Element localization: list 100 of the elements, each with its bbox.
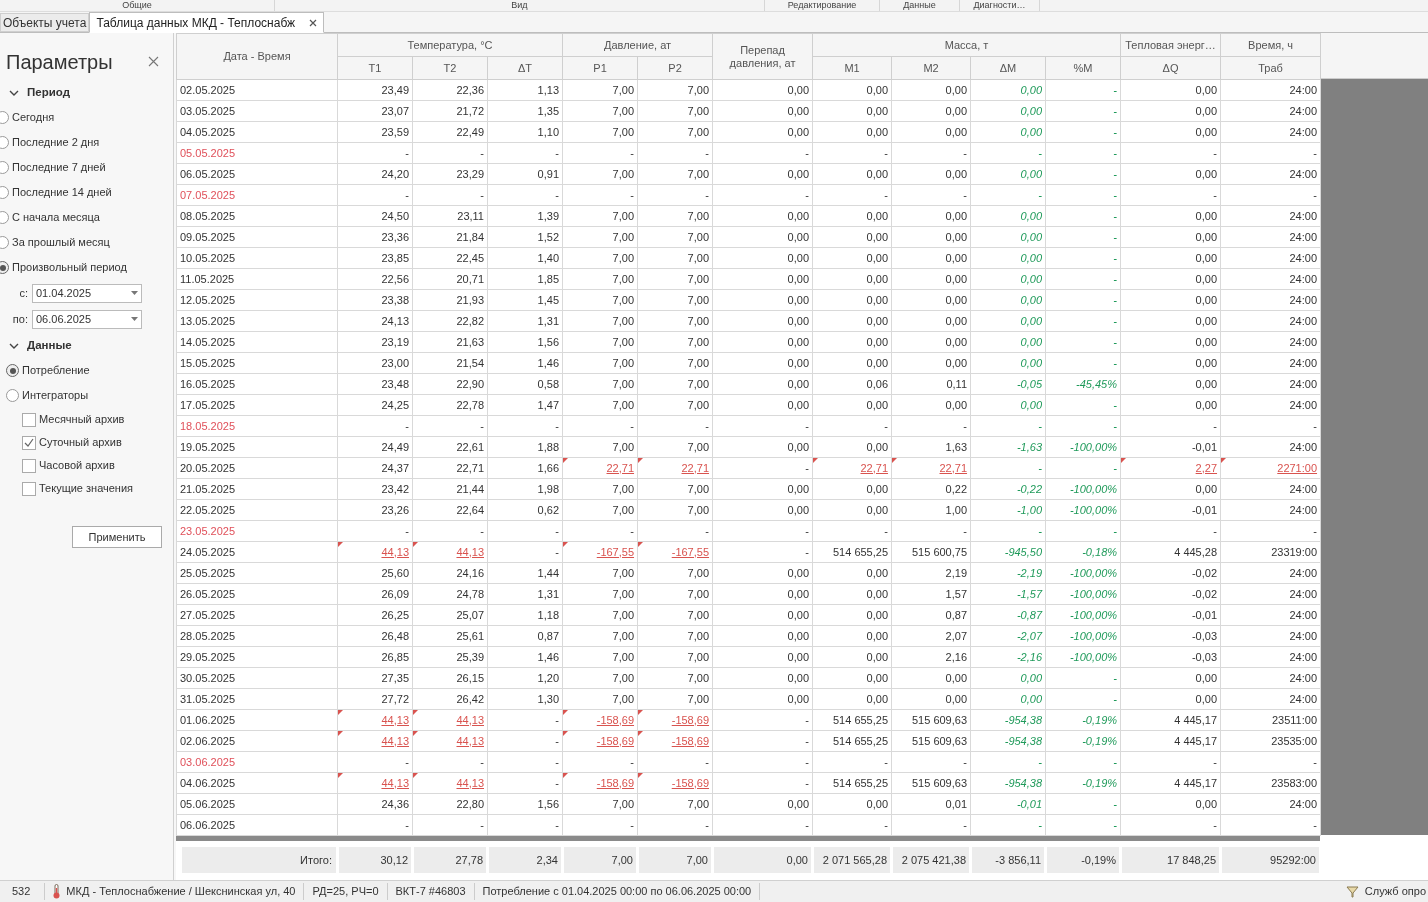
table-cell: 0,00 bbox=[970, 667, 1046, 689]
table-cell: -100,00% bbox=[1045, 646, 1121, 668]
date-field[interactable]: 06.06.2025 bbox=[32, 309, 142, 329]
device-info: ВКТ-7 #46803 bbox=[387, 883, 475, 900]
table-cell: 24:00 bbox=[1220, 310, 1321, 332]
date-cell: 13.05.2025 bbox=[176, 310, 338, 332]
table-cell: - bbox=[1045, 268, 1121, 290]
table-cell: 1,46 bbox=[487, 646, 563, 668]
tab[interactable]: Объекты учета bbox=[0, 13, 90, 32]
table-cell: - bbox=[1220, 751, 1321, 773]
table-cell: 7,00 bbox=[562, 793, 638, 815]
table-cell: 7,00 bbox=[562, 268, 638, 290]
table-cell: 7,00 bbox=[637, 688, 713, 710]
radio-label[interactable]: С начала месяца bbox=[12, 209, 100, 226]
table-cell: -158,69 bbox=[562, 772, 638, 794]
table-cell: 26,15 bbox=[412, 667, 488, 689]
table-cell: - bbox=[1045, 142, 1121, 164]
radio-label[interactable]: Потребление bbox=[22, 362, 90, 379]
column-header[interactable]: Перепад давления, ат bbox=[712, 33, 813, 80]
radio-label[interactable]: Произвольный период bbox=[12, 259, 127, 276]
checkbox[interactable] bbox=[22, 412, 36, 427]
table-cell: 0,62 bbox=[487, 499, 563, 521]
table-cell: - bbox=[812, 520, 892, 542]
column-header[interactable]: Давление, ат bbox=[562, 33, 713, 57]
table-cell: 21,84 bbox=[412, 226, 488, 248]
column-header[interactable]: Время, ч bbox=[1220, 33, 1321, 57]
table-cell: -0,02 bbox=[1120, 583, 1221, 605]
checkbox-label[interactable]: Часовой архив bbox=[39, 457, 115, 474]
checkbox-label[interactable]: Текущие значения bbox=[39, 480, 134, 497]
table-cell: 0,00 bbox=[1120, 373, 1221, 395]
date-field[interactable]: 01.04.2025 bbox=[32, 283, 142, 303]
table-cell: 1,56 bbox=[487, 331, 563, 353]
table-cell: - bbox=[637, 142, 713, 164]
table-cell: - bbox=[487, 709, 563, 731]
column-header[interactable]: Дата - Время bbox=[176, 33, 338, 80]
table-cell: -45,45% bbox=[1045, 373, 1121, 395]
table-cell: 25,07 bbox=[412, 604, 488, 626]
table-cell: 1,98 bbox=[487, 478, 563, 500]
table-cell: -0,19% bbox=[1045, 730, 1121, 752]
table-cell: 7,00 bbox=[637, 268, 713, 290]
table-cell: 1,44 bbox=[487, 562, 563, 584]
tab[interactable]: Таблица данных МКД - Теплоснабж bbox=[89, 12, 325, 33]
dropdown-arrow-icon[interactable] bbox=[131, 291, 138, 295]
radio-label[interactable]: За прошлый месяц bbox=[12, 234, 110, 251]
radio-label[interactable]: Последние 2 дня bbox=[12, 134, 100, 151]
table-cell: 0,00 bbox=[891, 310, 971, 332]
ribbon-group-label: Диагности… bbox=[973, 0, 1026, 11]
table-cell: 22,71 bbox=[812, 457, 892, 479]
checkbox[interactable] bbox=[22, 458, 36, 473]
table-cell: - bbox=[487, 142, 563, 164]
table-cell: - bbox=[487, 541, 563, 563]
table-cell: 1,35 bbox=[487, 100, 563, 122]
table-cell: 1,47 bbox=[487, 394, 563, 416]
table-cell: 23,38 bbox=[337, 289, 413, 311]
checkbox-label[interactable]: Месячный архив bbox=[39, 411, 125, 428]
table-cell: 4 445,17 bbox=[1120, 730, 1221, 752]
table-cell: - bbox=[487, 730, 563, 752]
table-cell: 44,13 bbox=[412, 772, 488, 794]
table-cell: - bbox=[1045, 205, 1121, 227]
total-cell: 2 075 421,38 bbox=[893, 847, 969, 873]
chevron-icon[interactable] bbox=[9, 89, 19, 97]
column-header[interactable]: Тепловая энерг… bbox=[1120, 33, 1221, 57]
checkbox-label[interactable]: Суточный архив bbox=[39, 434, 122, 451]
table-cell: 0,00 bbox=[970, 310, 1046, 332]
table-cell: 0,00 bbox=[812, 436, 892, 458]
totals-label: Итого: bbox=[182, 847, 336, 873]
checkbox[interactable] bbox=[22, 481, 36, 496]
table-cell: 44,13 bbox=[337, 772, 413, 794]
date-cell: 28.05.2025 bbox=[176, 625, 338, 647]
column-header[interactable]: Масса, т bbox=[812, 33, 1121, 57]
table-cell: 24:00 bbox=[1220, 583, 1321, 605]
radio-label[interactable]: Сегодня bbox=[12, 109, 55, 126]
column-header[interactable]: Температура, °С bbox=[337, 33, 563, 57]
radio-label[interactable]: Последние 7 дней bbox=[12, 159, 106, 176]
date-cell: 17.05.2025 bbox=[176, 394, 338, 416]
table-cell: 1,56 bbox=[487, 793, 563, 815]
radio-label[interactable]: Интеграторы bbox=[22, 387, 89, 404]
table-cell: - bbox=[1220, 520, 1321, 542]
radio-button[interactable] bbox=[6, 364, 19, 377]
table-cell: 25,60 bbox=[337, 562, 413, 584]
table-cell: 1,39 bbox=[487, 205, 563, 227]
date-cell: 06.06.2025 bbox=[176, 814, 338, 836]
chevron-icon[interactable] bbox=[9, 342, 19, 350]
section-title: Данные bbox=[27, 338, 72, 354]
close-icon[interactable] bbox=[148, 56, 159, 67]
table-cell: 0,00 bbox=[1120, 226, 1221, 248]
apply-button[interactable]: Применить bbox=[72, 526, 162, 548]
close-icon[interactable] bbox=[309, 18, 318, 27]
table-cell: 0,00 bbox=[812, 289, 892, 311]
table-cell: - bbox=[1220, 415, 1321, 437]
table-cell: - bbox=[712, 814, 813, 836]
table-cell: 23,07 bbox=[337, 100, 413, 122]
radio-label[interactable]: Последние 14 дней bbox=[12, 184, 112, 201]
checkbox[interactable] bbox=[22, 435, 36, 450]
table-cell: - bbox=[1045, 394, 1121, 416]
radio-button[interactable] bbox=[6, 389, 19, 402]
dropdown-arrow-icon[interactable] bbox=[131, 317, 138, 321]
date-cell: 24.05.2025 bbox=[176, 541, 338, 563]
date-cell: 22.05.2025 bbox=[176, 499, 338, 521]
table-cell: 22,71 bbox=[637, 457, 713, 479]
